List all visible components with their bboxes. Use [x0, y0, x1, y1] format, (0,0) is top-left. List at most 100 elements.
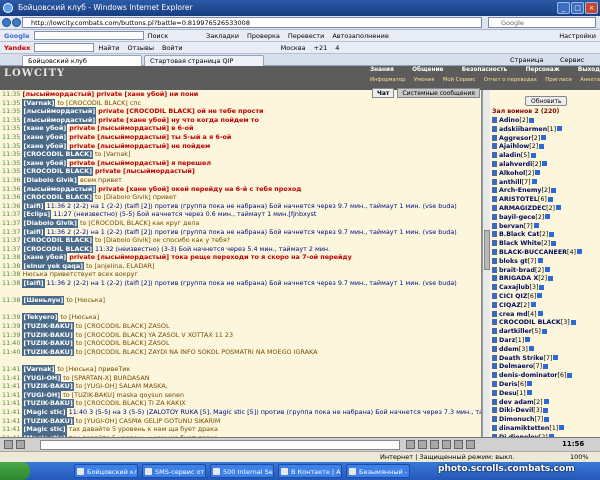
- player-name[interactable]: dinamiktetten: [499, 425, 549, 432]
- submenu-profile[interactable]: Анкета: [580, 77, 600, 86]
- player-item[interactable]: dartkiller[5]: [490, 328, 600, 337]
- player-item[interactable]: ddem[3]: [490, 345, 600, 355]
- private-icon[interactable]: [492, 152, 497, 159]
- player-name[interactable]: Arch-Enemy: [499, 187, 542, 194]
- google-search-field[interactable]: [33, 31, 144, 40]
- google-search-button[interactable]: Поиск: [144, 32, 173, 40]
- player-name[interactable]: Desu: [499, 390, 517, 397]
- player-name[interactable]: CROCODIL BLACK: [499, 319, 561, 326]
- message-user[interactable]: [Varnak]: [22, 365, 56, 374]
- tab-combats[interactable]: Бойцовский клуб: [22, 55, 142, 66]
- message-user[interactable]: [taifi]: [22, 201, 45, 211]
- private-icon[interactable]: [492, 248, 497, 255]
- minimize-button[interactable]: _: [557, 2, 570, 14]
- private-icon[interactable]: [492, 336, 497, 343]
- private-icon[interactable]: [492, 178, 497, 185]
- private-icon[interactable]: [492, 292, 497, 299]
- player-item[interactable]: Ajaihlow[2]: [490, 143, 600, 152]
- google-translate[interactable]: Перевести: [284, 32, 328, 40]
- search-input[interactable]: Google: [488, 17, 596, 28]
- private-icon[interactable]: [492, 310, 497, 317]
- player-item[interactable]: Diki-Devil[3]: [490, 407, 600, 416]
- chat-message-input[interactable]: [40, 440, 400, 450]
- player-name[interactable]: BRIGADA X: [499, 275, 538, 282]
- player-name[interactable]: brait-brad: [499, 267, 535, 274]
- player-name[interactable]: Deris: [499, 381, 518, 388]
- info-icon[interactable]: [541, 135, 547, 141]
- info-icon[interactable]: [543, 399, 549, 404]
- yandex-find-button[interactable]: Найти: [94, 44, 123, 52]
- start-button[interactable]: [0, 462, 30, 480]
- player-item[interactable]: BRIGADA X[2]: [490, 275, 600, 284]
- submenu-informer[interactable]: Информатор: [370, 77, 406, 86]
- message-user[interactable]: [TUZIK-BAKU]: [22, 347, 74, 357]
- info-icon[interactable]: [548, 275, 554, 281]
- player-item[interactable]: anthill[7]: [490, 178, 600, 188]
- player-item[interactable]: crea md[4]: [490, 310, 600, 320]
- private-icon[interactable]: [492, 204, 497, 211]
- message-user[interactable]: [taifi]: [22, 279, 45, 288]
- chat-scrollbar[interactable]: [482, 90, 490, 437]
- player-item[interactable]: bervan[7]: [490, 222, 600, 232]
- player-item[interactable]: Dimonuch[7]: [490, 416, 600, 425]
- message-user[interactable]: [хане убой]: [22, 253, 68, 262]
- message-user[interactable]: [TUZIK-BAKU]: [22, 322, 74, 331]
- info-icon[interactable]: [537, 258, 543, 264]
- player-name[interactable]: bervan: [499, 223, 524, 230]
- page-menu[interactable]: Страница: [510, 56, 543, 64]
- back-button[interactable]: [2, 18, 11, 27]
- message-user[interactable]: [taifi]: [22, 227, 45, 237]
- player-item[interactable]: ARMAGIZDEC[2]: [490, 204, 600, 214]
- info-icon[interactable]: [556, 205, 562, 211]
- menu-character[interactable]: Персонаж: [526, 67, 560, 77]
- player-item[interactable]: CICI QIZ[6]: [490, 292, 600, 302]
- info-icon[interactable]: [529, 117, 535, 123]
- close-button[interactable]: ×: [585, 2, 598, 14]
- info-icon[interactable]: [570, 319, 576, 325]
- info-icon[interactable]: [535, 170, 541, 176]
- google-autofill[interactable]: Автозаполнение: [328, 32, 393, 40]
- forward-button[interactable]: [12, 18, 21, 27]
- message-user[interactable]: [Diabolo Givik]: [22, 218, 78, 228]
- message-user[interactable]: [Magic stic]: [22, 407, 67, 417]
- message-user[interactable]: [Diabolo Givik]: [22, 175, 78, 185]
- submenu-service[interactable]: Мой Сервис: [443, 77, 476, 86]
- player-name[interactable]: Death Strike: [499, 355, 544, 362]
- info-icon[interactable]: [541, 328, 547, 334]
- message-user[interactable]: [Eclips]: [22, 210, 52, 219]
- private-icon[interactable]: [492, 301, 497, 308]
- task-item-combats[interactable]: Бойцовский клуб...: [74, 464, 138, 478]
- message-user[interactable]: [YUGI-OH]: [22, 390, 62, 400]
- info-icon[interactable]: [547, 196, 553, 202]
- player-item[interactable]: denis-dominator[6]: [490, 372, 600, 381]
- player-name[interactable]: anthill: [499, 179, 522, 186]
- player-item[interactable]: Death Strike[7]: [490, 354, 600, 364]
- private-icon[interactable]: [492, 187, 497, 194]
- message-user[interactable]: [CROCODIL BLACK]: [22, 236, 93, 245]
- info-icon[interactable]: [549, 231, 555, 237]
- private-icon[interactable]: [492, 363, 497, 370]
- submenu-invite[interactable]: Пригласи: [545, 77, 572, 86]
- player-name[interactable]: Delmaero: [499, 363, 533, 370]
- player-name[interactable]: Black White: [499, 240, 541, 247]
- info-icon[interactable]: [544, 267, 550, 273]
- private-icon[interactable]: [492, 284, 497, 291]
- player-item[interactable]: Black White[2]: [490, 240, 600, 249]
- google-settings[interactable]: Настройки: [555, 32, 600, 40]
- private-icon[interactable]: [492, 266, 497, 273]
- player-item[interactable]: adskiibarmen[1]: [490, 125, 600, 135]
- player-item[interactable]: BLACK-BUCCANEER[4]: [490, 248, 600, 258]
- info-icon[interactable]: [530, 152, 536, 158]
- player-name[interactable]: adskiibarmen: [499, 126, 547, 133]
- tab-system-messages[interactable]: Системные сообщения: [397, 88, 480, 98]
- maximize-button[interactable]: □: [571, 2, 584, 14]
- info-icon[interactable]: [537, 293, 543, 299]
- player-name[interactable]: CICI QIZ: [499, 293, 527, 300]
- player-item[interactable]: Alkohol[2]: [490, 169, 600, 179]
- player-item[interactable]: CROCODIL BLACK[3]: [490, 319, 600, 328]
- player-name[interactable]: BLACK-BUCCANEER: [499, 249, 567, 256]
- info-icon[interactable]: [551, 187, 557, 193]
- player-name[interactable]: ARISTOTEL: [499, 196, 538, 203]
- message-user[interactable]: [лысыймордастый]: [22, 107, 97, 116]
- player-name[interactable]: ARMAGIZDEC: [499, 205, 546, 212]
